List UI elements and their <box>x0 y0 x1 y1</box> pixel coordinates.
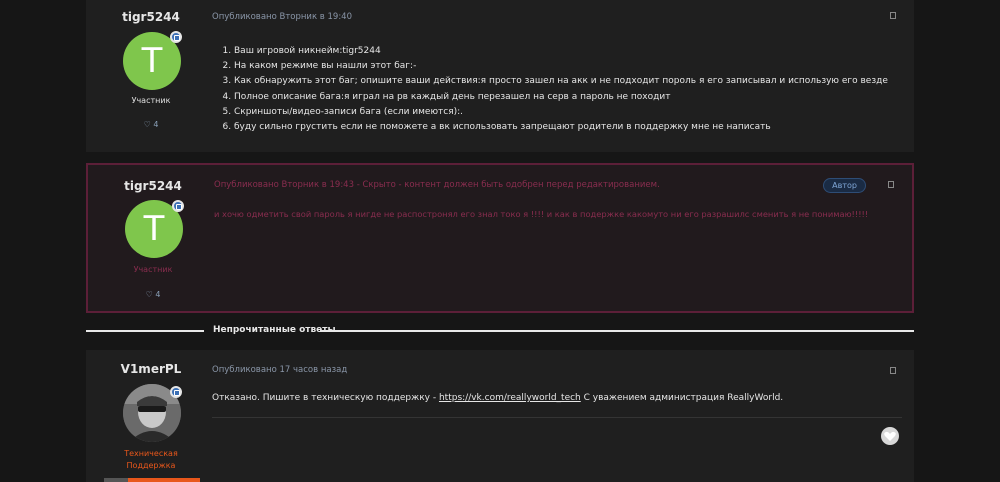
post-3: V1merPL Техническая Поддержка Опубликова… <box>86 350 914 482</box>
list-item: Ваш игровой никнейм:tigr5244 <box>234 44 888 59</box>
heart-like-icon[interactable] <box>881 427 899 445</box>
reply-text: Отказано. Пишите в техническую поддержку… <box>212 393 439 403</box>
author-role: Участник <box>133 265 173 274</box>
role-bar-orange <box>128 478 200 482</box>
post-meta[interactable]: Опубликовано Вторник в 19:40 <box>212 12 352 22</box>
post-content: и хочю одметить свой пароль я нигде не р… <box>214 209 869 219</box>
author-role: Участник <box>131 96 171 105</box>
post-meta[interactable]: Опубликовано 17 часов назад <box>212 365 347 375</box>
role-bar-grey <box>104 478 128 482</box>
list-item: На каком режиме вы нашли этот баг:- <box>234 59 888 74</box>
reputation: ♡ 4 <box>88 290 218 299</box>
support-link[interactable]: https://vk.com/reallyworld_tech <box>439 393 581 403</box>
divider-line-right <box>320 330 914 332</box>
post-menu-icon[interactable] <box>888 181 894 188</box>
reputation-count: 4 <box>153 120 159 129</box>
reputation-count: 4 <box>155 290 161 299</box>
post-menu-icon[interactable] <box>890 12 896 19</box>
post-1: tigr5244 T Участник ♡ 4 Опубликовано Вто… <box>86 0 914 152</box>
divider-line-left <box>86 330 204 332</box>
reply-signature: С уважением администрация ReallyWorld. <box>580 393 784 403</box>
role-line-1: Техническая <box>124 449 178 458</box>
post-content: Ваш игровой никнейм:tigr5244 На каком ре… <box>212 44 888 135</box>
reputation: ♡ 4 <box>86 120 216 129</box>
list-item: буду сильно грустить если не поможете а … <box>234 120 888 135</box>
author-name[interactable]: V1merPL <box>86 362 216 376</box>
author-name[interactable]: tigr5244 <box>88 179 218 193</box>
staff-badge-icon <box>170 386 182 398</box>
list-item: Полное описание бага:я играл на рв кажды… <box>234 90 888 105</box>
unread-divider-label: Непрочитанные ответы <box>213 325 336 335</box>
heart-icon: ♡ <box>143 120 151 129</box>
post-menu-icon[interactable] <box>890 367 896 374</box>
role-line-2: Поддержка <box>126 461 176 470</box>
staff-badge-icon <box>172 200 184 212</box>
post-separator <box>212 417 902 418</box>
heart-icon: ♡ <box>145 290 153 299</box>
staff-badge-icon <box>170 31 182 43</box>
list-item: Скриншоты/видео-записи бага (если имеютс… <box>234 105 888 120</box>
author-name[interactable]: tigr5244 <box>86 10 216 24</box>
post-2-hidden: tigr5244 T Участник ♡ 4 Опубликовано Вто… <box>86 163 914 313</box>
author-role: Техническая Поддержка <box>86 448 216 472</box>
list-item: Как обнаружить этот баг; опишите ваши де… <box>234 74 888 89</box>
author-badge: Автор <box>823 178 866 193</box>
post-content: Отказано. Пишите в техническую поддержку… <box>212 393 783 403</box>
post-meta[interactable]: Опубликовано Вторник в 19:43 - Скрыто - … <box>214 180 660 190</box>
